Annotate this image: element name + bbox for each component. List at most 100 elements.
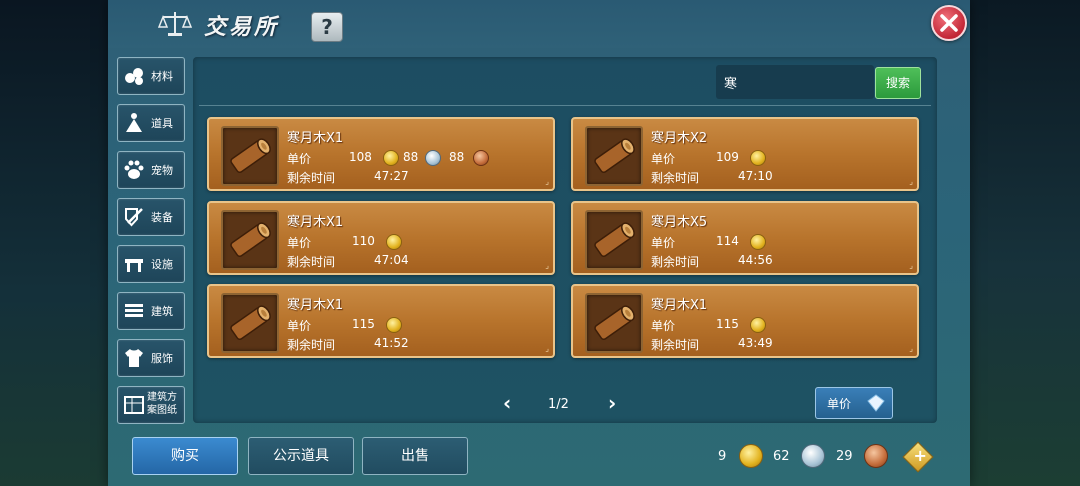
log-item-icon [585,126,643,186]
corner-mark-icon: ⌟ [545,344,549,353]
time-remaining: 47:04 [374,253,409,267]
log-item-icon [221,293,279,353]
help-button[interactable]: ? [311,12,343,42]
background-left [0,0,110,486]
listing-card[interactable]: 寒月木X2 单价 109 剩余时间 47:10 ⌟ [571,117,919,191]
price-label: 单价 [651,152,676,166]
search-button[interactable]: 搜索 [875,67,921,99]
gold-coin-icon [383,150,399,166]
sidebar-item-label: 材料 [151,70,173,83]
sidebar-item-items[interactable]: 道具 [117,104,185,142]
item-name: 寒月木X1 [287,298,344,313]
sidebar-item-pets[interactable]: 宠物 [117,151,185,189]
sell-button[interactable]: 出售 [362,437,468,475]
price-label: 单价 [651,236,676,250]
silver-coin-icon [425,150,441,166]
gold-coin-icon [750,234,766,250]
sidebar-item-label: 装备 [151,211,173,224]
page-indicator: 1/2 [548,397,569,412]
log-item-icon [221,210,279,270]
log-item-icon [585,293,643,353]
gold-balance: 9 [718,449,727,464]
time-remaining: 41:52 [374,336,409,350]
sidebar-item-label: 道具 [151,117,173,130]
item-name: 寒月木X1 [287,131,344,146]
scales-icon [158,12,192,36]
plus-icon: + [913,446,927,466]
corner-mark-icon: ⌟ [909,261,913,270]
time-remaining: 47:10 [738,169,773,183]
time-remaining: 47:27 [374,169,409,183]
gold-coin-icon [750,317,766,333]
gold-price: 114 [716,234,739,248]
item-name: 寒月木X1 [651,298,708,313]
sidebar-item-materials[interactable]: 材料 [117,57,185,95]
listing-card[interactable]: 寒月木X1 单价 115 剩余时间 43:49 ⌟ [571,284,919,358]
sort-diamond-icon [867,394,885,412]
sidebar-item-buildings[interactable]: 建筑 [117,292,185,330]
sidebar-item-label: 建筑方案图纸 [147,392,177,416]
listing-area: 搜索 寒月木X1 单价 108 88 88 剩余时间 47:27 ⌟ 寒月木X2 单价 109 剩余时… [193,57,937,423]
facility-icon [125,259,143,272]
corner-mark-icon: ⌟ [545,177,549,186]
title-bar: 交易所 ? [108,0,970,48]
listing-card[interactable]: 寒月木X1 单价 110 剩余时间 47:04 ⌟ [207,201,555,275]
price-label: 单价 [287,236,312,250]
sidebar-item-blueprints[interactable]: 建筑方案图纸 [117,386,185,424]
pet-paw-icon [124,160,144,179]
time-label: 剩余时间 [287,171,336,185]
sidebar-item-label: 服饰 [151,352,173,365]
log-item-icon [585,210,643,270]
time-label: 剩余时间 [651,171,700,185]
gold-coin-icon [386,234,402,250]
sidebar-item-clothing[interactable]: 服饰 [117,339,185,377]
item-name: 寒月木X2 [651,131,708,146]
time-remaining: 44:56 [738,253,773,267]
blueprint-icon [124,396,144,414]
silver-coin-icon [801,444,825,468]
next-page-button[interactable]: › [608,391,616,415]
copper-coin-icon [864,444,888,468]
sidebar-item-label: 建筑 [151,305,173,318]
gold-price: 108 [349,150,372,164]
divider [199,105,931,106]
prev-page-button[interactable]: ‹ [503,391,511,415]
clothing-icon [125,349,143,367]
price-label: 单价 [287,319,312,333]
listing-card[interactable]: 寒月木X1 单价 108 88 88 剩余时间 47:27 ⌟ [207,117,555,191]
copper-balance: 29 [836,449,853,464]
gold-coin-icon [739,444,763,468]
time-label: 剩余时间 [651,338,700,352]
time-label: 剩余时间 [287,338,336,352]
sort-by-price-button[interactable]: 单价 [815,387,893,419]
gold-coin-icon [750,150,766,166]
close-icon [940,14,958,32]
item-name: 寒月木X5 [651,215,708,230]
close-button[interactable] [931,5,967,41]
sidebar-item-facilities[interactable]: 设施 [117,245,185,283]
sort-label: 单价 [827,397,852,411]
log-item-icon [221,126,279,186]
sidebar-item-label: 设施 [151,258,173,271]
corner-mark-icon: ⌟ [545,261,549,270]
copper-price: 88 [449,150,465,164]
price-label: 单价 [287,152,312,166]
time-label: 剩余时间 [651,255,700,269]
listing-card[interactable]: 寒月木X5 单价 114 剩余时间 44:56 ⌟ [571,201,919,275]
gold-price: 115 [716,317,739,331]
gold-coin-icon [386,317,402,333]
listing-card[interactable]: 寒月木X1 单价 115 剩余时间 41:52 ⌟ [207,284,555,358]
materials-icon [125,68,143,85]
gold-price: 110 [352,234,375,248]
search-input[interactable] [716,65,874,99]
window-title: 交易所 [204,15,280,40]
public-items-button[interactable]: 公示道具 [248,437,354,475]
item-icon [126,113,142,132]
building-icon [125,304,143,317]
corner-mark-icon: ⌟ [909,344,913,353]
background-right [968,0,1080,486]
buy-button[interactable]: 购买 [132,437,238,475]
sidebar-item-equipment[interactable]: 装备 [117,198,185,236]
silver-balance: 62 [773,449,790,464]
sidebar-item-label: 宠物 [151,164,173,177]
